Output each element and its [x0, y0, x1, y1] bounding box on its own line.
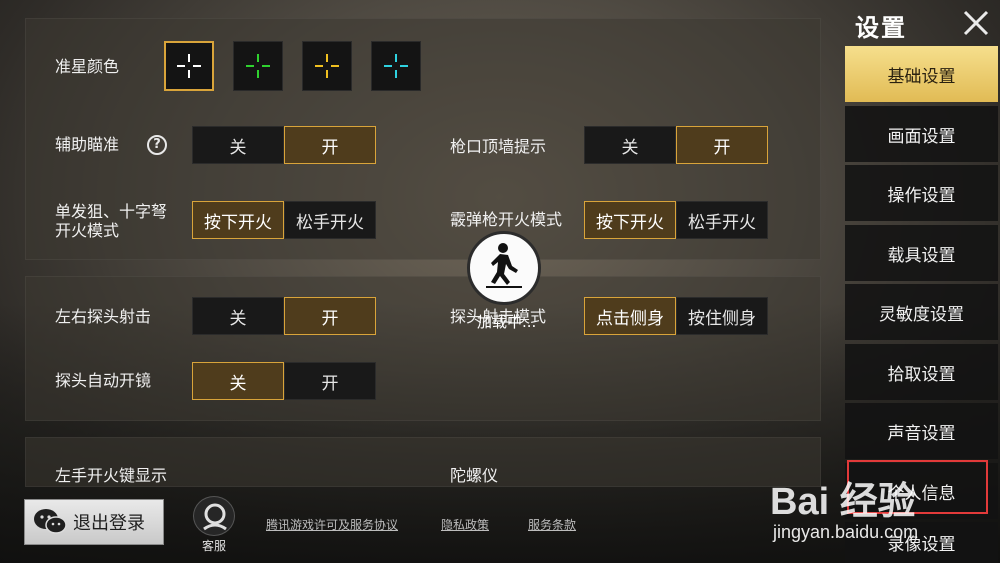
crosshair-icon	[246, 54, 270, 78]
baidu-watermark-logo: Bai 经验	[770, 481, 916, 523]
loading-spinner	[467, 231, 541, 305]
crosshair-color-label: 准星颜色	[55, 57, 120, 76]
tab-basic-settings[interactable]: 基础设置	[845, 46, 998, 102]
shotgun-fire-mode-label: 霰弹枪开火模式	[450, 210, 563, 229]
single-shot-fire-mode-label-line2: 开火模式	[55, 221, 120, 240]
logout-label: 退出登录	[73, 513, 145, 534]
aim-assist-on-button[interactable]: 开	[284, 126, 376, 164]
single-shot-release-fire-button[interactable]: 松手开火	[284, 201, 376, 239]
privacy-policy-link[interactable]: 隐私政策	[441, 516, 489, 533]
muzzle-wall-hint-toggle: 关 开	[584, 126, 768, 164]
peek-tap-button[interactable]: 点击侧身	[584, 297, 676, 335]
aim-assist-label: 辅助瞄准	[55, 135, 120, 154]
crosshair-icon	[315, 54, 339, 78]
peek-shoot-label: 左右探头射击	[55, 307, 152, 326]
customer-service-label: 客服	[202, 539, 227, 553]
muzzle-wall-hint-on-button[interactable]: 开	[676, 126, 768, 164]
logout-button[interactable]: 退出登录	[24, 499, 164, 545]
tab-pickup-settings[interactable]: 拾取设置	[845, 344, 998, 400]
tab-graphics-settings[interactable]: 画面设置	[845, 106, 998, 162]
running-man-icon	[486, 243, 522, 288]
customer-service-icon[interactable]	[193, 496, 235, 536]
shotgun-press-fire-button[interactable]: 按下开火	[584, 201, 676, 239]
peek-auto-scope-toggle: 关 开	[192, 362, 376, 400]
peek-shoot-on-button[interactable]: 开	[284, 297, 376, 335]
license-agreement-link[interactable]: 腾讯游戏许可及服务协议	[266, 516, 398, 533]
terms-of-service-link[interactable]: 服务条款	[528, 516, 576, 533]
shotgun-release-fire-button[interactable]: 松手开火	[676, 201, 768, 239]
crosshair-icon	[177, 54, 201, 78]
tab-vehicle-settings[interactable]: 载具设置	[845, 225, 998, 281]
muzzle-wall-hint-label: 枪口顶墙提示	[450, 137, 547, 156]
gyroscope-label: 陀螺仪	[450, 466, 499, 485]
crosshair-color-option-white[interactable]	[164, 41, 214, 91]
aim-assist-toggle: 关 开	[192, 126, 376, 164]
aim-assist-off-button[interactable]: 关	[192, 126, 284, 164]
peek-hold-button[interactable]: 按住侧身	[676, 297, 768, 335]
crosshair-color-option-cyan[interactable]	[371, 41, 421, 91]
peek-auto-scope-off-button[interactable]: 关	[192, 362, 284, 400]
tab-controls-settings[interactable]: 操作设置	[845, 165, 998, 221]
tab-sensitivity-settings[interactable]: 灵敏度设置	[845, 284, 998, 340]
peek-shoot-toggle: 关 开	[192, 297, 376, 335]
peek-auto-scope-on-button[interactable]: 开	[284, 362, 376, 400]
crosshair-icon	[384, 54, 408, 78]
tab-sound-settings[interactable]: 声音设置	[845, 403, 998, 459]
left-fire-button-label: 左手开火键显示	[55, 466, 168, 485]
single-shot-press-fire-button[interactable]: 按下开火	[192, 201, 284, 239]
shotgun-fire-mode-toggle: 按下开火 松手开火	[584, 201, 768, 239]
crosshair-color-option-yellow[interactable]	[302, 41, 352, 91]
baidu-watermark-url: jingyan.baidu.com	[773, 522, 919, 542]
crosshair-color-option-green[interactable]	[233, 41, 283, 91]
peek-auto-scope-label: 探头自动开镜	[55, 371, 152, 390]
muzzle-wall-hint-off-button[interactable]: 关	[584, 126, 676, 164]
peek-mode-toggle: 点击侧身 按住侧身	[584, 297, 768, 335]
settings-title: 设置	[855, 14, 907, 42]
loading-text: 加载中...	[477, 313, 537, 331]
help-icon[interactable]: ?	[147, 135, 167, 155]
close-icon[interactable]	[961, 8, 991, 38]
single-shot-fire-mode-label: 单发狙、十字弩	[55, 202, 168, 221]
single-shot-fire-mode-toggle: 按下开火 松手开火	[192, 201, 376, 239]
wechat-icon	[34, 509, 67, 534]
peek-shoot-off-button[interactable]: 关	[192, 297, 284, 335]
